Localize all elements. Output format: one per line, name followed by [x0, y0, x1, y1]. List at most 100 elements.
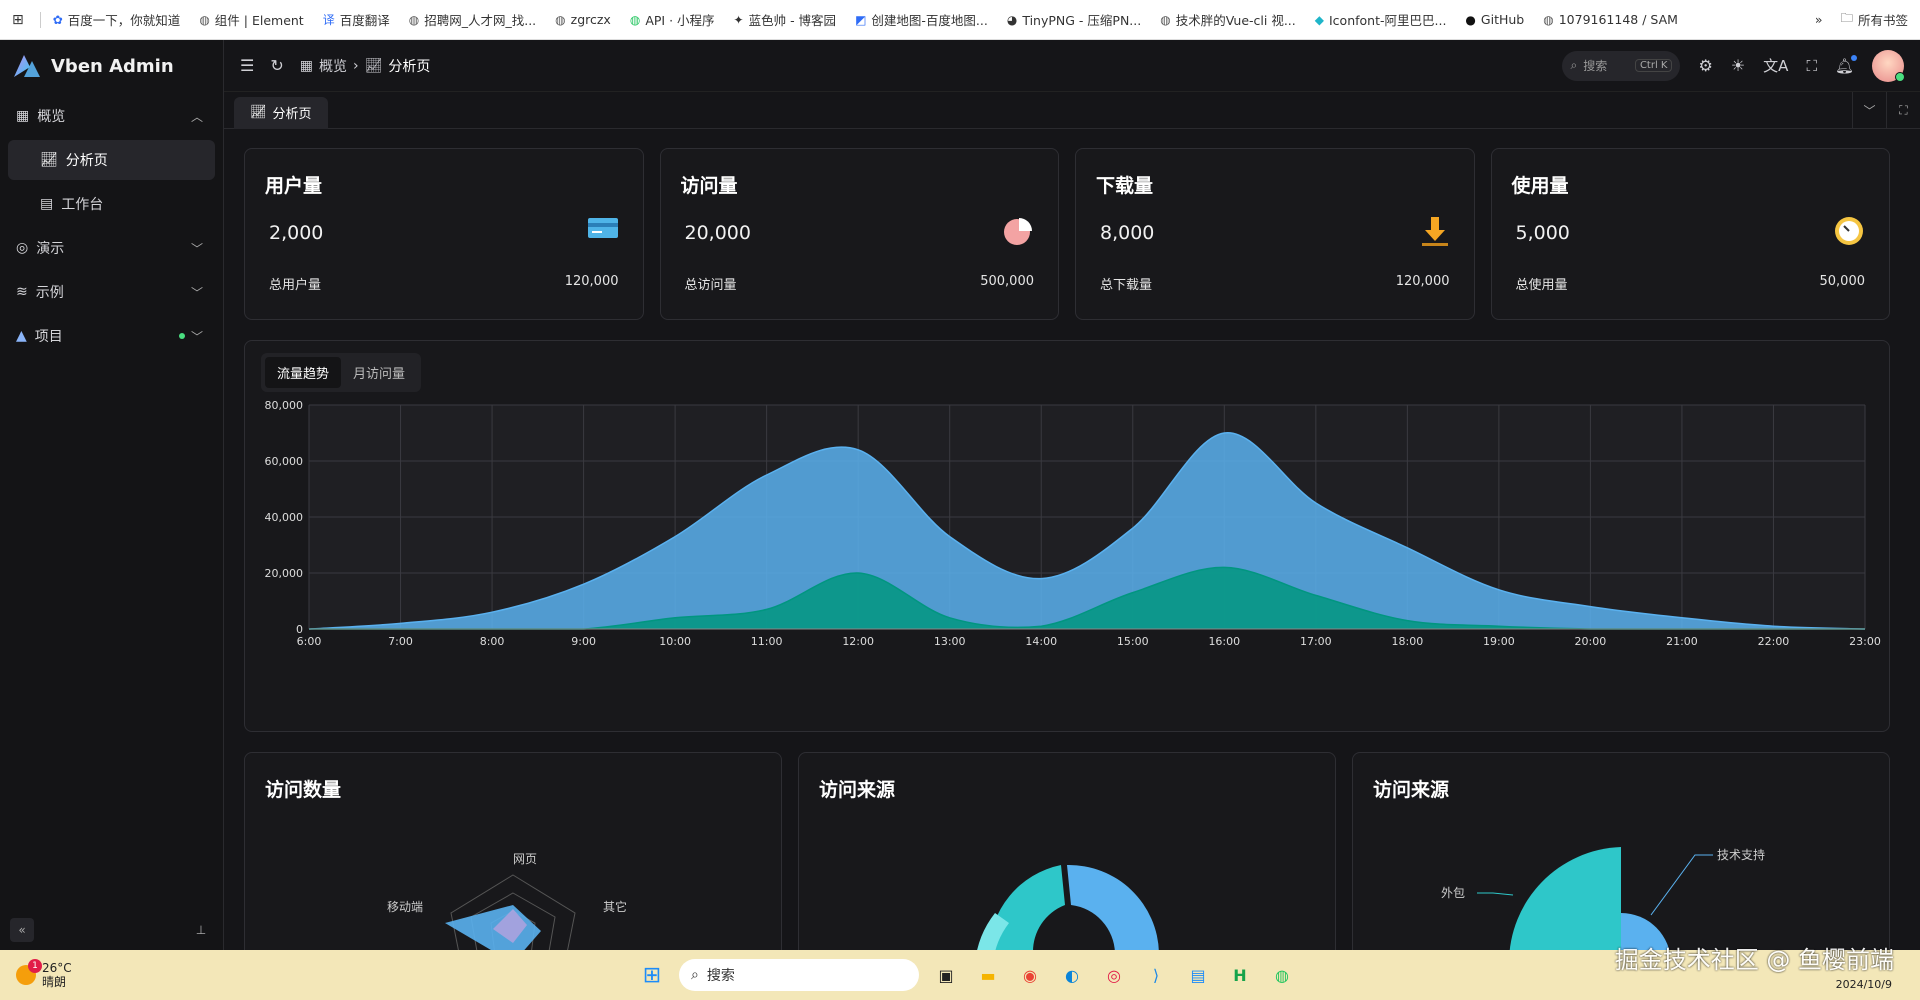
weather-widget[interactable]: 1 26°C 晴朗 [16, 959, 72, 989]
donut-slice [989, 865, 1065, 953]
workbench-icon: ▤ [40, 196, 54, 212]
globe-icon: ◍ [408, 12, 420, 27]
paw-icon: ✿ [52, 12, 63, 27]
stat-title: 访问量 [680, 175, 738, 197]
stat-value: 5,000 [1515, 222, 1570, 244]
bookmark-item[interactable]: ◆ Iconfont-阿里巴巴... [1315, 10, 1447, 29]
x-tick-label: 13:00 [934, 635, 966, 648]
sidebar: Vben Admin ▦ 概览 ︿ 📈︎ 分析页 ▤ 工作台 ◎ 演示 ﹀ ≋ … [0, 40, 224, 950]
chevron-down-icon: ﹀ [190, 286, 203, 300]
task-view-icon[interactable]: ▣ [931, 960, 961, 990]
translate-icon: 译 [322, 13, 335, 27]
y-tick-label: 60,000 [265, 455, 304, 468]
bookmark-item[interactable]: ◍ 技术胖的Vue-cli 视... [1160, 10, 1296, 29]
file-explorer-icon[interactable]: ▬ [973, 960, 1003, 990]
fullscreen-icon[interactable]: ⛶ [1806, 57, 1817, 75]
tab-actions: ﹀ ⛶ [1852, 91, 1920, 129]
apps-icon[interactable]: ⊞ [12, 12, 24, 28]
bookmark-item[interactable]: ◩ 创建地图-百度地图... [855, 10, 988, 29]
x-tick-label: 23:00 [1849, 635, 1881, 648]
chevron-down-icon: ﹀ [190, 330, 203, 344]
pie-leader-line [1477, 892, 1514, 896]
taskbar-date: 2024/10/9 [1835, 978, 1892, 991]
bookmark-item[interactable]: ◍ 组件 | Element [199, 10, 303, 29]
app-root: Vben Admin ▦ 概览 ︿ 📈︎ 分析页 ▤ 工作台 ◎ 演示 ﹀ ≋ … [0, 40, 1920, 972]
bookmark-label: TinyPNG - 压缩PN... [1022, 13, 1142, 28]
bookmark-label: API · 小程序 [645, 13, 715, 28]
tab-maximize-button[interactable]: ⛶ [1886, 91, 1920, 129]
bell-icon[interactable]: 🔔︎ [1835, 54, 1857, 75]
settings-gear-icon[interactable]: ⚙ [1698, 56, 1712, 75]
weather-temp: 26°C [42, 961, 72, 975]
tab-label: 分析页 [272, 107, 312, 122]
sidebar-item-overview[interactable]: ▦ 概览 ︿ [8, 96, 215, 136]
chrome-icon[interactable]: ◉ [1015, 960, 1045, 990]
refresh-icon[interactable]: ↻ [270, 56, 283, 75]
sidebar-item-demo[interactable]: ◎ 演示 ﹀ [8, 228, 215, 268]
search-button[interactable]: ⌕ 搜索 Ctrl K [1562, 50, 1681, 81]
sidebar-item-workbench[interactable]: ▤ 工作台 [8, 184, 215, 224]
tab-analytics[interactable]: 📈︎ 分析页 [234, 96, 328, 129]
more-bookmarks-button[interactable]: » [1815, 12, 1823, 27]
bookmark-label: 创建地图-百度地图... [871, 13, 988, 28]
language-icon[interactable]: 文A [1763, 55, 1788, 76]
menu-toggle-icon[interactable]: ☰ [240, 56, 254, 75]
sidebar-item-analytics[interactable]: 📈︎ 分析页 [8, 140, 215, 180]
sidebar-item-project[interactable]: ▲ 项目 ﹀ [8, 316, 215, 356]
x-tick-label: 10:00 [659, 635, 691, 648]
notepad-icon[interactable]: ▤ [1183, 960, 1213, 990]
vscode-icon[interactable]: ⟩ [1141, 960, 1171, 990]
card-title: 访问来源 [1373, 779, 1450, 801]
weather-sun-icon: 1 [16, 959, 42, 985]
tab-more-button[interactable]: ﹀ [1852, 91, 1886, 129]
bookmark-item[interactable]: ◍ API · 小程序 [630, 10, 715, 29]
bookmark-item[interactable]: ◍ 招聘网_人才网_找... [409, 10, 536, 29]
radar-label: 移动端 [387, 900, 423, 914]
pin-sidebar-button[interactable]: ⊥ [189, 918, 213, 942]
bookmark-item[interactable]: ◍ zgrczx [555, 12, 611, 27]
breadcrumb-item[interactable]: 概览 [319, 56, 347, 76]
breadcrumb-item[interactable]: 分析页 [388, 56, 430, 76]
all-bookmarks-button[interactable]: 🗀 所有书签 [1840, 9, 1908, 30]
x-tick-label: 21:00 [1666, 635, 1698, 648]
sidebar-item-label: 分析页 [65, 153, 108, 169]
taskbar-search[interactable]: ⌕ 搜索 [679, 959, 919, 991]
windows-start-icon[interactable]: ⊞ [637, 960, 667, 990]
search-placeholder: 搜索 [1583, 59, 1608, 73]
stat-footer: 总用户量 120,000 [269, 274, 619, 293]
stat-footer-label: 总用户量 [269, 278, 322, 293]
bookmarks-bar: ⊞ ✿ 百度一下，你就知道 ◍ 组件 | Element 译百度翻译 ◍ 招聘网_人才网_找… [0, 0, 1920, 40]
netease-music-icon[interactable]: ◎ [1099, 960, 1129, 990]
bookmark-item[interactable]: ◕ TinyPNG - 压缩PN... [1007, 10, 1141, 29]
chart-icon: 📈︎ [364, 57, 383, 74]
bookmark-item[interactable]: ● GitHub [1465, 12, 1524, 27]
bookmark-item[interactable]: 译百度翻译 [323, 10, 390, 29]
brand-logo[interactable]: Vben Admin [0, 40, 223, 92]
bookmark-item[interactable]: ◍ 1079161148 / SAM [1543, 12, 1678, 27]
x-tick-label: 19:00 [1483, 635, 1515, 648]
stat-value: 20,000 [684, 222, 751, 244]
bookmark-label: 百度一下，你就知道 [67, 13, 181, 28]
edge-icon[interactable]: ◐ [1057, 960, 1087, 990]
collapse-sidebar-button[interactable]: « [10, 918, 34, 942]
hbuilder-icon[interactable]: H [1225, 960, 1255, 990]
theme-sun-icon[interactable]: ☀ [1731, 56, 1745, 75]
sidebar-item-examples[interactable]: ≋ 示例 ﹀ [8, 272, 215, 312]
pin-icon: ⊥ [195, 923, 207, 937]
stat-card-downloads: 下载量 8,000 总下载量 120,000 [1075, 148, 1475, 320]
maximize-icon: ⛶ [1899, 102, 1908, 117]
status-dot [179, 333, 185, 339]
tab-bar: 📈︎ 分析页 ﹀ ⛶ [224, 91, 1920, 129]
radar-label: 其它 [603, 899, 627, 914]
grid-icon: ▦ [299, 57, 313, 74]
avatar[interactable] [1872, 49, 1905, 82]
wechat-icon[interactable]: ◍ [1267, 960, 1297, 990]
stat-card-usage: 使用量 5,000 总使用量 50,000 [1490, 148, 1890, 320]
bookmark-item[interactable]: ✦ 蓝色帅 - 博客园 [734, 10, 837, 29]
stat-footer-label: 总使用量 [1515, 278, 1568, 293]
globe-icon: ◍ [1160, 12, 1171, 27]
chevron-up-icon: ︿ [190, 110, 203, 124]
pie-icon [1002, 215, 1034, 251]
bookmark-item[interactable]: ✿ 百度一下，你就知道 [53, 10, 181, 29]
x-tick-label: 9:00 [571, 635, 596, 648]
